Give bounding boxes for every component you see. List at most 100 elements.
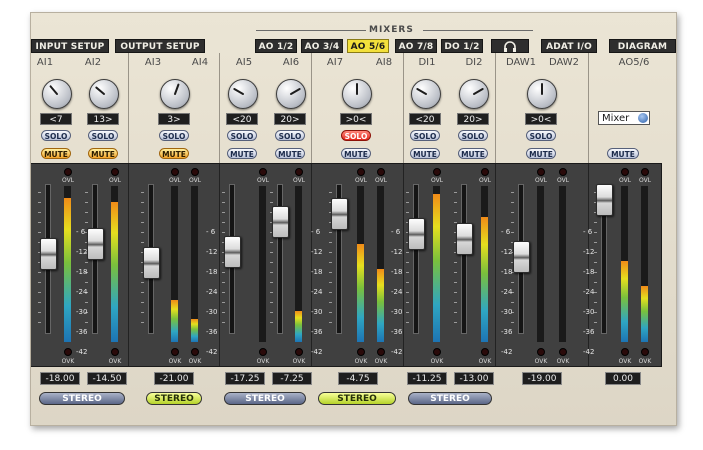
channel-label-daw1: DAW1 xyxy=(505,57,537,68)
stereo-link-button-ai3-4[interactable]: STEREO xyxy=(146,392,202,405)
pan-knob-daw[interactable] xyxy=(527,79,557,109)
db-scale-tick: -12 xyxy=(76,248,88,256)
fader-tick xyxy=(454,202,457,203)
channel-label-ai5: AI5 xyxy=(235,57,253,68)
db-scale-tick: -42 xyxy=(583,348,595,356)
fader-tick xyxy=(38,222,41,223)
fader-tick xyxy=(38,272,41,273)
level-meter-ai56-0 xyxy=(259,186,266,342)
ovl-label: OVL xyxy=(534,177,548,184)
tab-ao-1-2[interactable]: AO 1/2 xyxy=(255,39,297,53)
fader-cap-ai1[interactable] xyxy=(40,238,57,270)
tab-input-setup[interactable]: INPUT SETUP xyxy=(31,39,109,53)
pan-value-ai7-8: >0< xyxy=(340,113,372,125)
fader-cap-ai7-8[interactable] xyxy=(331,198,348,231)
db-scale-tick: -42 xyxy=(501,348,513,356)
mute-button-daw[interactable]: MUTE xyxy=(526,148,556,159)
fader-tick xyxy=(85,202,88,203)
stereo-link-button-ai5-6[interactable]: STEREO xyxy=(224,392,306,405)
mute-button-ai6[interactable]: MUTE xyxy=(275,148,305,159)
mute-button-ao56[interactable]: MUTE xyxy=(607,148,639,159)
tab-output-setup[interactable]: OUTPUT SETUP xyxy=(115,39,205,53)
stereo-link-button-di1-2[interactable]: STEREO xyxy=(408,392,492,405)
db-scale-tick: -12 xyxy=(583,248,595,256)
pan-knob-di2[interactable] xyxy=(459,79,489,109)
fader-tick xyxy=(511,282,514,283)
pan-knob-ai7-8[interactable] xyxy=(342,79,372,109)
mute-button-di2[interactable]: MUTE xyxy=(458,148,488,159)
solo-button-ai2[interactable]: SOLO xyxy=(88,130,118,141)
channel-label-ai7: AI7 xyxy=(326,57,344,68)
db-scale-tick: -24 xyxy=(583,288,595,296)
fader-tick xyxy=(270,242,273,243)
pan-knob-ai5[interactable] xyxy=(228,79,258,109)
fader-tick xyxy=(141,282,144,283)
fader-tick xyxy=(454,212,457,213)
pan-knob-ai1[interactable] xyxy=(42,79,72,109)
db-scale-tick: -18 xyxy=(501,268,513,276)
fader-cap-ai3-4[interactable] xyxy=(143,247,160,279)
solo-button-ai7-8[interactable]: SOLO xyxy=(341,130,371,141)
fader-tick xyxy=(141,212,144,213)
db-scale-tick: -24 xyxy=(311,288,323,296)
solo-button-daw[interactable]: SOLO xyxy=(526,130,556,141)
mixer-select-value: Mixer xyxy=(602,113,630,124)
fader-tick xyxy=(454,272,457,273)
ovl-label: OVL xyxy=(354,177,368,184)
stereo-link-button-ai7-8[interactable]: STEREO xyxy=(318,392,396,405)
mute-button-ai3-4[interactable]: MUTE xyxy=(159,148,189,159)
tab-diagram[interactable]: DIAGRAM xyxy=(609,39,676,53)
fader-tick xyxy=(270,262,273,263)
channel-label-ai1: AI1 xyxy=(36,57,54,68)
tab-ao-7-8[interactable]: AO 7/8 xyxy=(395,39,437,53)
solo-button-di1[interactable]: SOLO xyxy=(410,130,440,141)
pan-knob-ai3-4[interactable] xyxy=(160,79,190,109)
mute-button-ai1[interactable]: MUTE xyxy=(41,148,71,159)
pan-knob-di1[interactable] xyxy=(411,79,441,109)
ovl-label: OVL xyxy=(556,177,570,184)
tab-ao-3-4[interactable]: AO 3/4 xyxy=(301,39,343,53)
overload-led xyxy=(641,348,649,356)
fader-tick xyxy=(85,282,88,283)
group-divider xyxy=(311,53,312,163)
mute-button-ai2[interactable]: MUTE xyxy=(88,148,118,159)
tab-adat-io[interactable]: ADAT I/O xyxy=(541,39,597,53)
solo-button-ai3-4[interactable]: SOLO xyxy=(159,130,189,141)
db-scale-tick: -18 xyxy=(76,268,88,276)
solo-button-ai6[interactable]: SOLO xyxy=(275,130,305,141)
solo-button-ai1[interactable]: SOLO xyxy=(41,130,71,141)
dropdown-arrow-icon xyxy=(638,113,648,123)
fader-cap-ao56[interactable] xyxy=(596,184,613,216)
level-meter-ai12-1 xyxy=(111,186,118,342)
fader-tick xyxy=(594,242,597,243)
solo-button-di2[interactable]: SOLO xyxy=(458,130,488,141)
db-scale-tick: -30 xyxy=(76,308,88,316)
fader-tick xyxy=(85,322,88,323)
stereo-link-button-ai1-2[interactable]: STEREO xyxy=(39,392,125,405)
mute-button-ai5[interactable]: MUTE xyxy=(227,148,257,159)
fader-tick xyxy=(329,242,332,243)
fader-tick xyxy=(270,192,273,193)
fader-tick xyxy=(222,192,225,193)
db-scale-tick: -18 xyxy=(391,268,403,276)
tab-headphones[interactable] xyxy=(491,39,529,53)
db-scale-tick: - 6 xyxy=(501,228,511,236)
fader-cap-di2[interactable] xyxy=(456,223,473,255)
fader-cap-ai6[interactable] xyxy=(272,205,289,238)
pan-knob-ai6[interactable] xyxy=(276,79,306,109)
db-scale-tick: -24 xyxy=(501,288,513,296)
mute-button-ai7-8[interactable]: MUTE xyxy=(341,148,371,159)
fader-tick xyxy=(38,292,41,293)
group-divider xyxy=(128,53,129,163)
ovl-label: OVL xyxy=(108,177,122,184)
tab-do-1-2[interactable]: DO 1/2 xyxy=(441,39,483,53)
mixers-bracket-right xyxy=(423,30,533,31)
mute-button-di1[interactable]: MUTE xyxy=(410,148,440,159)
overload-led xyxy=(64,168,72,176)
mixer-select[interactable]: Mixer xyxy=(598,111,650,125)
pan-knob-ai2[interactable] xyxy=(89,79,119,109)
level-meter-ai56-1 xyxy=(295,186,302,342)
solo-button-ai5[interactable]: SOLO xyxy=(227,130,257,141)
fader-tick xyxy=(38,282,41,283)
tab-ao-5-6[interactable]: AO 5/6 xyxy=(347,39,389,53)
